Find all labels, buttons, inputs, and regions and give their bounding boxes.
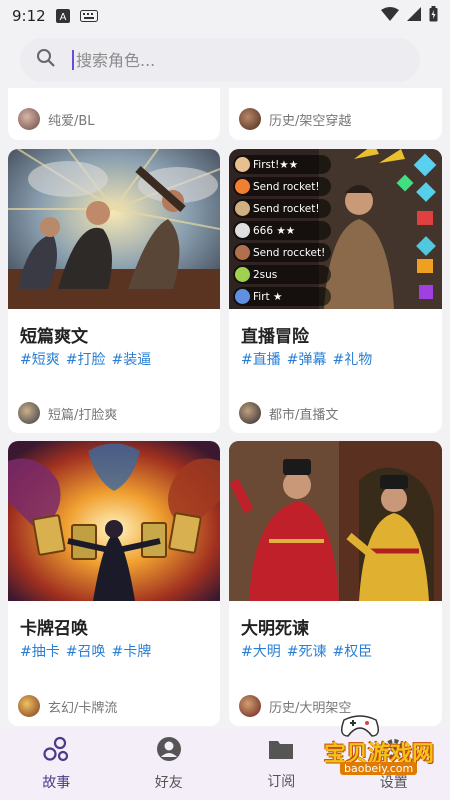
avatar [235, 201, 250, 216]
live-comment: Send roccket! [233, 243, 332, 262]
story-tag[interactable]: #卡牌 [111, 641, 151, 661]
card-category: 都市/直播文 [269, 407, 339, 423]
story-tag[interactable]: #大明 [241, 641, 281, 661]
live-comment: Send rocket! [233, 199, 332, 218]
card-footer: 短篇/打脸爽 [18, 402, 117, 424]
avatar [235, 223, 250, 238]
status-right [381, 6, 438, 26]
story-tag[interactable]: #直播 [241, 349, 281, 369]
story-tag[interactable]: #召唤 [66, 641, 106, 661]
story-card[interactable]: First!★★ Send rocket! Send rocket! 666 ★… [229, 149, 442, 433]
story-title: 短篇爽文 [20, 327, 88, 346]
live-comment: First!★★ [233, 155, 332, 174]
story-tag[interactable]: #装逼 [111, 349, 151, 369]
story-card-partial-right[interactable]: 历史/架空穿越 [229, 88, 442, 140]
avatar [239, 695, 261, 717]
watermark-logo: 宝贝游戏网 baobeiy.com [290, 712, 440, 782]
live-comment: Firt ★ [233, 287, 332, 306]
story-tags: #抽卡 #召唤 #卡牌 [20, 641, 151, 661]
nav-item-stories[interactable]: 故事 [0, 728, 113, 800]
text-caret [72, 50, 74, 70]
status-bar: 9:12 A [0, 0, 450, 32]
nav-label: 故事 [42, 775, 71, 791]
card-category: 历史/架空穿越 [269, 113, 352, 129]
story-card[interactable]: 短篇爽文 #短爽 #打脸 #装逼 短篇/打脸爽 [8, 149, 220, 433]
avatar [235, 289, 250, 304]
story-tag[interactable]: #短爽 [20, 349, 60, 369]
story-cover-image [229, 441, 442, 601]
story-cover-image [8, 441, 220, 601]
avatar [235, 245, 250, 260]
story-tag[interactable]: #弹幕 [287, 349, 327, 369]
font-a-icon: A [55, 9, 70, 23]
status-time: 9:12 [12, 7, 46, 25]
story-card[interactable]: 大明死谏 #大明 #死谏 #权臣 历史/大明架空 [229, 441, 442, 726]
search-bar[interactable] [20, 38, 420, 82]
story-tag[interactable]: #死谏 [287, 641, 327, 661]
card-category: 纯爱/BL [48, 113, 95, 129]
search-input[interactable] [76, 50, 376, 70]
story-title: 卡牌召唤 [20, 619, 88, 638]
live-comment: 666 ★★ [233, 221, 332, 240]
battery-icon [429, 6, 438, 26]
person-icon [156, 736, 182, 766]
svg-text:A: A [59, 12, 66, 23]
avatar [239, 108, 261, 130]
live-comment-list: First!★★ Send rocket! Send rocket! 666 ★… [233, 155, 332, 306]
avatar [18, 108, 40, 130]
story-card[interactable]: 卡牌召唤 #抽卡 #召唤 #卡牌 玄幻/卡牌流 [8, 441, 220, 726]
card-footer: 纯爱/BL [18, 108, 95, 130]
avatar [239, 402, 261, 424]
story-title: 直播冒险 [241, 327, 309, 346]
live-comment: Send rocket! [233, 177, 332, 196]
nav-item-friends[interactable]: 好友 [113, 728, 226, 800]
nav-label: 好友 [154, 775, 183, 791]
story-card-partial-left[interactable]: 纯爱/BL [8, 88, 220, 140]
live-comment: 2sus [233, 265, 332, 284]
card-category: 玄幻/卡牌流 [48, 700, 118, 716]
story-tag[interactable]: #权臣 [332, 641, 372, 661]
avatar [235, 267, 250, 282]
card-footer: 历史/架空穿越 [239, 108, 351, 130]
card-footer: 都市/直播文 [239, 402, 338, 424]
keyboard-icon [79, 10, 98, 22]
avatar [18, 695, 40, 717]
avatar [235, 179, 250, 194]
search-icon [36, 48, 56, 72]
story-cover-image: First!★★ Send rocket! Send rocket! 666 ★… [229, 149, 442, 309]
story-tags: #直播 #弹幕 #礼物 [241, 349, 372, 369]
avatar [235, 157, 250, 172]
story-title: 大明死谏 [241, 619, 309, 638]
card-footer: 玄幻/卡牌流 [18, 695, 117, 717]
card-category: 短篇/打脸爽 [48, 407, 118, 423]
story-tag[interactable]: #打脸 [66, 349, 106, 369]
bubbles-icon [42, 736, 70, 766]
signal-icon [407, 7, 421, 25]
story-tags: #大明 #死谏 #权臣 [241, 641, 372, 661]
watermark-url: baobeiy.com [340, 762, 418, 775]
wifi-icon [381, 7, 399, 25]
story-tag[interactable]: #抽卡 [20, 641, 60, 661]
story-cover-image [8, 149, 220, 309]
story-tag[interactable]: #礼物 [332, 349, 372, 369]
avatar [18, 402, 40, 424]
story-tags: #短爽 #打脸 #装逼 [20, 349, 151, 369]
